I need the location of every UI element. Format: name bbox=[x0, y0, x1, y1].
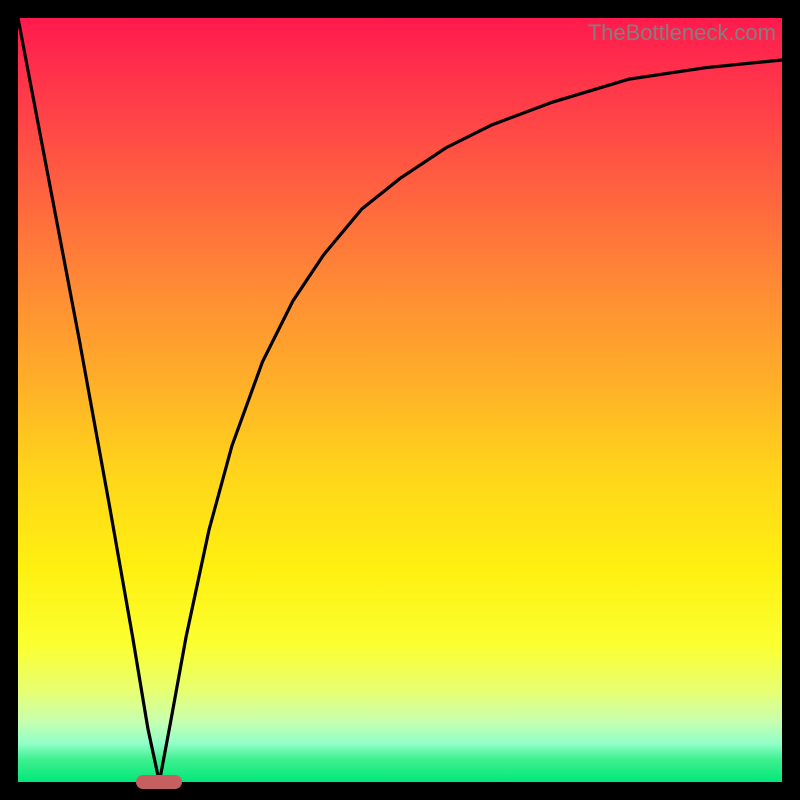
plot-area bbox=[18, 18, 782, 782]
bottleneck-marker bbox=[136, 775, 182, 789]
curve-right-branch bbox=[159, 60, 782, 782]
curve-left-branch bbox=[18, 18, 159, 782]
watermark-text: TheBottleneck.com bbox=[588, 20, 776, 46]
curve-layer bbox=[18, 18, 782, 782]
